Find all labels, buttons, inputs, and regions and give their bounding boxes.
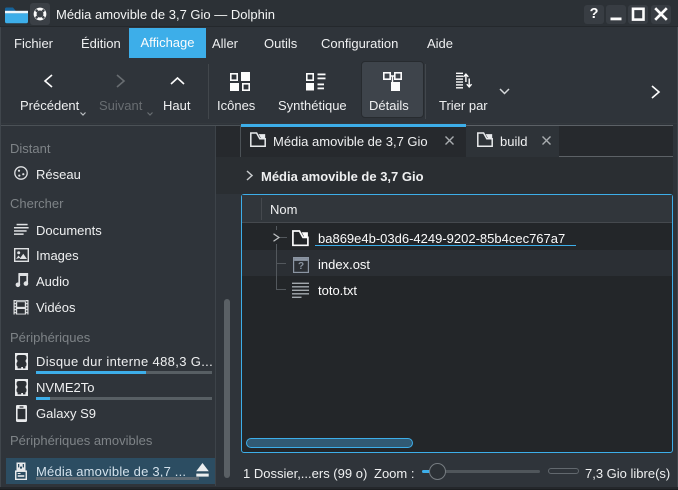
svg-text:?: ? xyxy=(298,261,304,272)
